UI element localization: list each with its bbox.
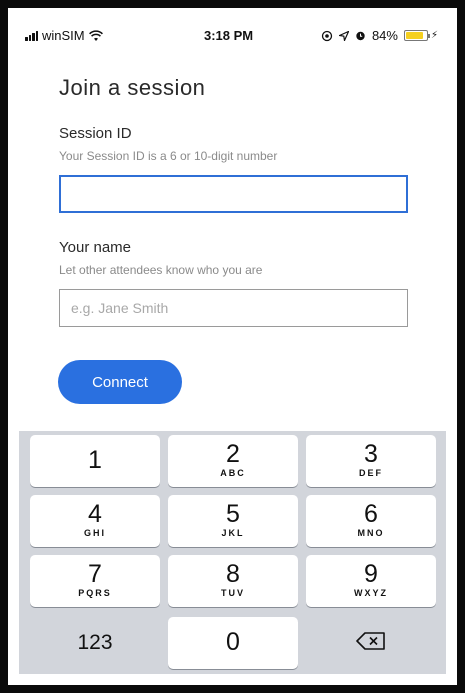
key-3[interactable]: 3 DEF bbox=[306, 435, 436, 487]
signal-icon bbox=[25, 30, 38, 41]
key-7[interactable]: 7 PQRS bbox=[30, 555, 160, 607]
key-delete[interactable] bbox=[306, 615, 436, 667]
key-9[interactable]: 9 WXYZ bbox=[306, 555, 436, 607]
key-5[interactable]: 5 JKL bbox=[168, 495, 298, 547]
key-0[interactable]: 0 bbox=[168, 617, 298, 669]
status-left: winSIM bbox=[25, 28, 103, 43]
key-1[interactable]: 1 bbox=[30, 435, 160, 487]
name-input[interactable] bbox=[59, 289, 408, 327]
screenshot-frame: winSIM 3:18 PM 84% ⚡ Join a session Sess… bbox=[0, 0, 465, 693]
page-title: Join a session bbox=[59, 75, 206, 100]
key-8[interactable]: 8 TUV bbox=[168, 555, 298, 607]
delete-backspace-icon bbox=[356, 632, 385, 650]
key-6[interactable]: 6 MNO bbox=[306, 495, 436, 547]
charging-icon: ⚡ bbox=[430, 30, 438, 41]
name-label: Your name bbox=[59, 239, 131, 256]
battery-fill bbox=[405, 32, 423, 39]
name-hint: Let other attendees know who you are bbox=[59, 263, 263, 277]
session-id-input[interactable] bbox=[59, 175, 408, 213]
numeric-keypad: 1 2 ABC 3 DEF 4 GHI 5 JKL 6 MNO 7 PQRS 8… bbox=[19, 431, 446, 674]
carrier-name: winSIM bbox=[42, 28, 85, 43]
location-lock-icon bbox=[321, 30, 333, 41]
status-bar: winSIM 3:18 PM 84% ⚡ bbox=[19, 19, 446, 53]
key-123-mode[interactable]: 123 bbox=[30, 615, 160, 667]
key-4[interactable]: 4 GHI bbox=[30, 495, 160, 547]
status-right: 84% ⚡ bbox=[321, 28, 438, 43]
session-id-hint: Your Session ID is a 6 or 10-digit numbe… bbox=[59, 149, 278, 163]
location-arrow-icon bbox=[338, 30, 349, 41]
battery-percent: 84% bbox=[371, 28, 398, 43]
wifi-icon bbox=[88, 29, 103, 41]
key-2[interactable]: 2 ABC bbox=[168, 435, 298, 487]
battery-icon bbox=[403, 30, 430, 41]
status-time: 3:18 PM bbox=[204, 28, 254, 43]
alarm-icon bbox=[356, 31, 365, 41]
connect-button[interactable]: Connect bbox=[58, 360, 182, 404]
phone-screen: winSIM 3:18 PM 84% ⚡ Join a session Sess… bbox=[19, 19, 446, 674]
session-id-label: Session ID bbox=[59, 125, 132, 142]
